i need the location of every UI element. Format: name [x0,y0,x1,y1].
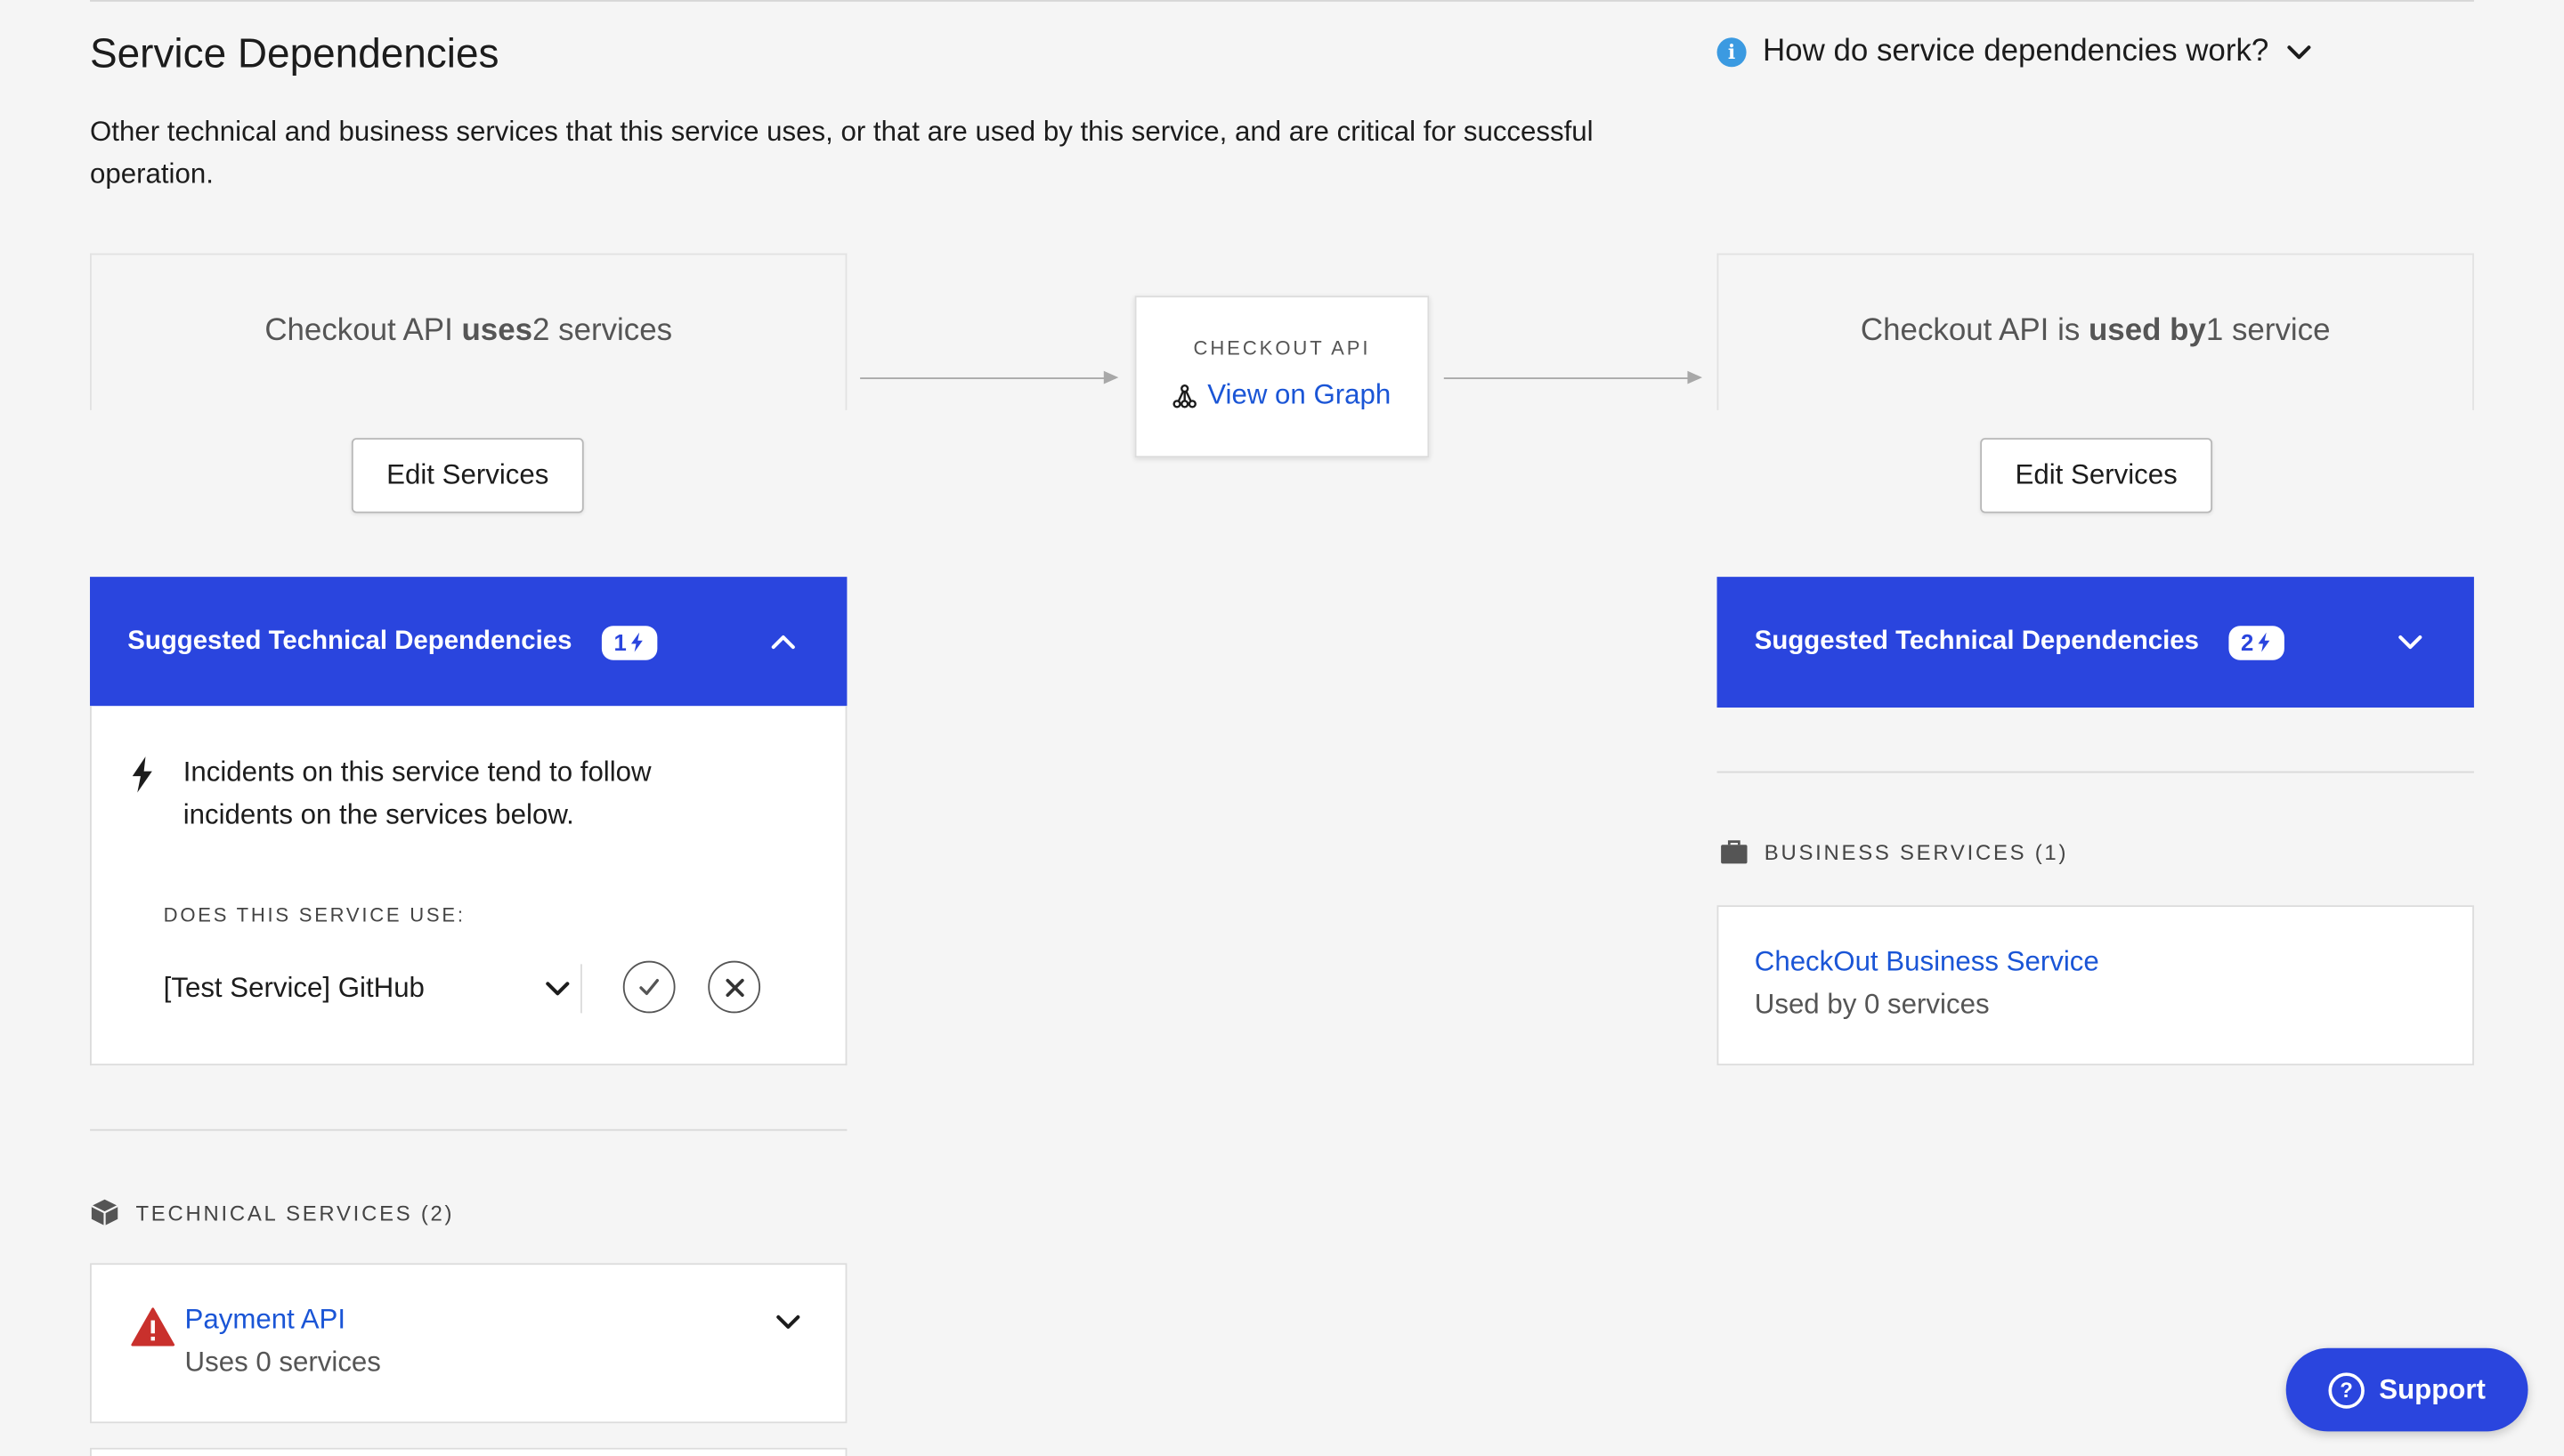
used-by-summary: Checkout API is used by 1 service [1716,253,2474,410]
page-title: Service Dependencies [90,30,499,77]
technical-service-card [90,1447,848,1456]
section-description: Other technical and business services th… [90,116,1594,190]
expand-service-toggle[interactable] [774,1307,803,1345]
view-on-graph-label: View on Graph [1207,378,1392,410]
business-service-usage: Used by 0 services [1754,988,1990,1020]
suggested-title: Suggested Technical Dependencies [127,627,572,656]
chevron-down-icon [776,1314,800,1329]
edit-uses-services-button[interactable]: Edit Services [351,438,584,514]
business-service-link[interactable]: CheckOut Business Service [1755,946,2437,979]
uses-prefix: Checkout API [264,312,453,348]
accept-suggestion-button[interactable] [622,960,676,1014]
service-dependencies-page: Service Dependencies i How do service de… [0,0,2564,1456]
reject-suggestion-button[interactable] [708,960,761,1014]
close-icon [725,977,743,997]
technical-service-usage: Uses 0 services [184,1346,381,1378]
suggestion-explanation-text: Incidents on this service tend to follow… [183,756,652,830]
used-by-prefix: Checkout API is [1860,312,2081,348]
suggested-dependencies-uses-header[interactable]: Suggested Technical Dependencies 1 [90,577,848,708]
suggestion-count: 1 [613,628,627,656]
briefcase-icon [1721,840,1748,864]
expand-toggle[interactable] [2389,621,2431,664]
current-service-name: CHECKOUT API [1193,336,1371,360]
uses-verb: uses [461,312,533,348]
arrow-from-center [1443,370,1703,384]
edit-used-by-services-button[interactable]: Edit Services [1980,438,2213,514]
suggestion-count-badge: 1 [601,625,657,659]
suggestion-question: DOES THIS SERVICE USE: [163,903,466,927]
technical-service-link[interactable]: Payment API [185,1304,381,1337]
business-services-heading: BUSINESS SERVICES (1) [1720,839,2069,865]
suggested-dependencies-uses-body: Incidents on this service tend to follow… [90,706,848,1066]
used-by-suffix: 1 service [2205,312,2331,348]
suggested-dependencies-used-by-header[interactable]: Suggested Technical Dependencies 2 [1716,577,2474,708]
uses-suffix: 2 services [532,312,673,348]
chevron-down-icon [2288,45,2312,60]
uses-summary: Checkout API uses 2 services [90,253,848,410]
warning-icon [131,1307,175,1347]
technical-services-heading: TECHNICAL SERVICES (2) [90,1198,454,1227]
top-divider [90,0,2474,2]
used-by-verb: used by [2088,312,2206,348]
divider [1716,771,2474,773]
technical-services-label: TECHNICAL SERVICES (2) [135,1200,455,1225]
suggested-service-select[interactable]: [Test Service] GitHub [164,959,572,1018]
arrow-to-center [860,370,1119,384]
help-icon: ? [2328,1371,2365,1408]
support-label: Support [2379,1373,2486,1405]
business-service-card: CheckOut Business Service Used by 0 serv… [1716,905,2474,1066]
bolt-icon [2258,632,2270,652]
info-icon: i [1716,37,1747,68]
suggested-service-value: [Test Service] GitHub [163,972,425,1004]
chevron-down-icon [2398,635,2422,650]
help-toggle[interactable]: i How do service dependencies work? [1716,34,2315,70]
chevron-down-icon [546,982,570,996]
help-toggle-label: How do service dependencies work? [1762,34,2269,69]
chevron-up-icon [771,635,795,650]
business-services-label: BUSINESS SERVICES (1) [1764,839,2069,865]
collapse-toggle[interactable] [762,621,805,664]
action-divider [580,964,582,1014]
support-button[interactable]: ? Support [2285,1347,2528,1432]
suggestion-explanation: Incidents on this service tend to follow… [131,752,723,837]
bolt-icon [631,632,644,652]
divider [90,1128,848,1131]
technical-service-card: Payment API Uses 0 services [90,1263,848,1424]
graph-icon [1173,384,1197,408]
checkmark-icon [639,979,660,996]
technical-service-info: Payment API Uses 0 services [131,1304,381,1379]
bolt-icon [132,756,152,793]
suggestion-count-badge: 2 [2228,625,2284,659]
cube-icon [91,1199,118,1226]
suggested-title: Suggested Technical Dependencies [1754,627,2199,656]
view-on-graph-link[interactable]: View on Graph [1173,378,1392,412]
current-service-card: CHECKOUT API View on Graph [1134,295,1430,458]
suggestion-count: 2 [2240,628,2254,656]
